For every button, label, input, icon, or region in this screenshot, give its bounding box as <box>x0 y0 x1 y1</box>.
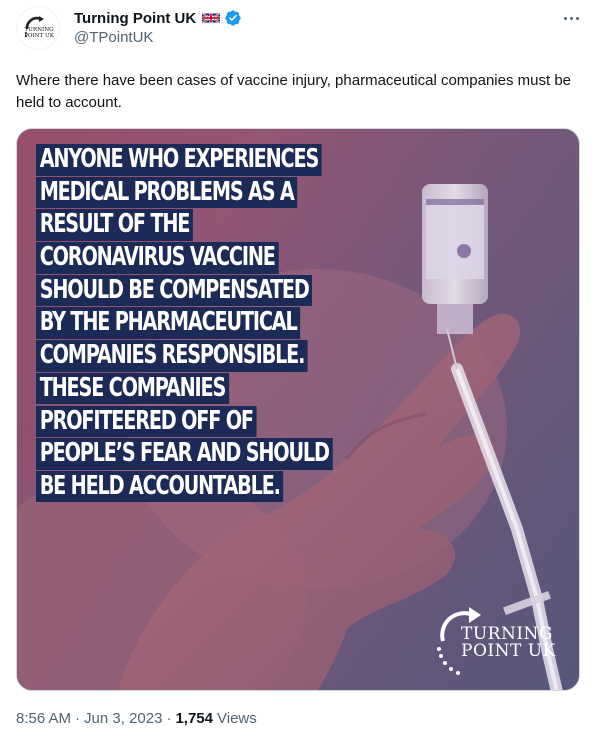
tweet-date[interactable]: Jun 3, 2023 <box>84 710 162 727</box>
caption-line: ANYONE WHO EXPERIENCES <box>36 144 322 176</box>
author-handle[interactable]: @TPointUK <box>74 29 153 46</box>
uk-flag-icon <box>202 12 221 24</box>
logo-text: TURNING POINT UK <box>461 626 556 660</box>
tweet-image[interactable]: ANYONE WHO EXPERIENCES MEDICAL PROBLEMS … <box>16 128 580 691</box>
verified-badge-icon[interactable] <box>224 9 242 27</box>
tweet-meta: 8:56 AM · Jun 3, 2023 · 1,754 Views <box>16 710 257 727</box>
more-options-icon[interactable] <box>558 8 584 28</box>
caption-line: PROFITEERED OFF OF <box>36 405 257 437</box>
logo-line-2: POINT UK <box>461 641 556 661</box>
separator: · <box>75 710 81 727</box>
svg-text:POINT UK: POINT UK <box>24 33 55 39</box>
caption-line: RESULT OF THE <box>36 209 193 241</box>
views-count[interactable]: 1,754 <box>175 710 213 727</box>
author-name[interactable]: Turning Point UK <box>74 10 196 27</box>
avatar[interactable]: TURNING POINT UK <box>16 6 60 50</box>
caption-line: COMPANIES RESPONSIBLE. <box>36 340 308 372</box>
caption-line: CORONAVIRUS VACCINE <box>36 242 279 274</box>
tweet-time[interactable]: 8:56 AM <box>16 710 71 727</box>
caption-line: THESE COMPANIES <box>36 372 229 405</box>
turning-point-logo-icon: TURNING POINT UK <box>24 16 55 39</box>
caption-line: PEOPLE’S FEAR AND SHOULD <box>36 438 333 470</box>
caption-line: BE HELD ACCOUNTABLE. <box>36 470 284 503</box>
caption-line: BY THE PHARMACEUTICAL <box>36 307 301 339</box>
caption-line: SHOULD BE COMPENSATED <box>36 274 313 307</box>
image-caption: ANYONE WHO EXPERIENCES MEDICAL PROBLEMS … <box>36 144 396 504</box>
caption-line: MEDICAL PROBLEMS AS A <box>36 176 298 209</box>
views-label: Views <box>217 710 257 727</box>
author-row: Turning Point UK <box>74 8 242 28</box>
separator: · <box>166 710 172 727</box>
tweet-text: Where there have been cases of vaccine i… <box>16 72 572 111</box>
tweet: TURNING POINT UK Turning Point UK @TPoin… <box>0 0 600 738</box>
